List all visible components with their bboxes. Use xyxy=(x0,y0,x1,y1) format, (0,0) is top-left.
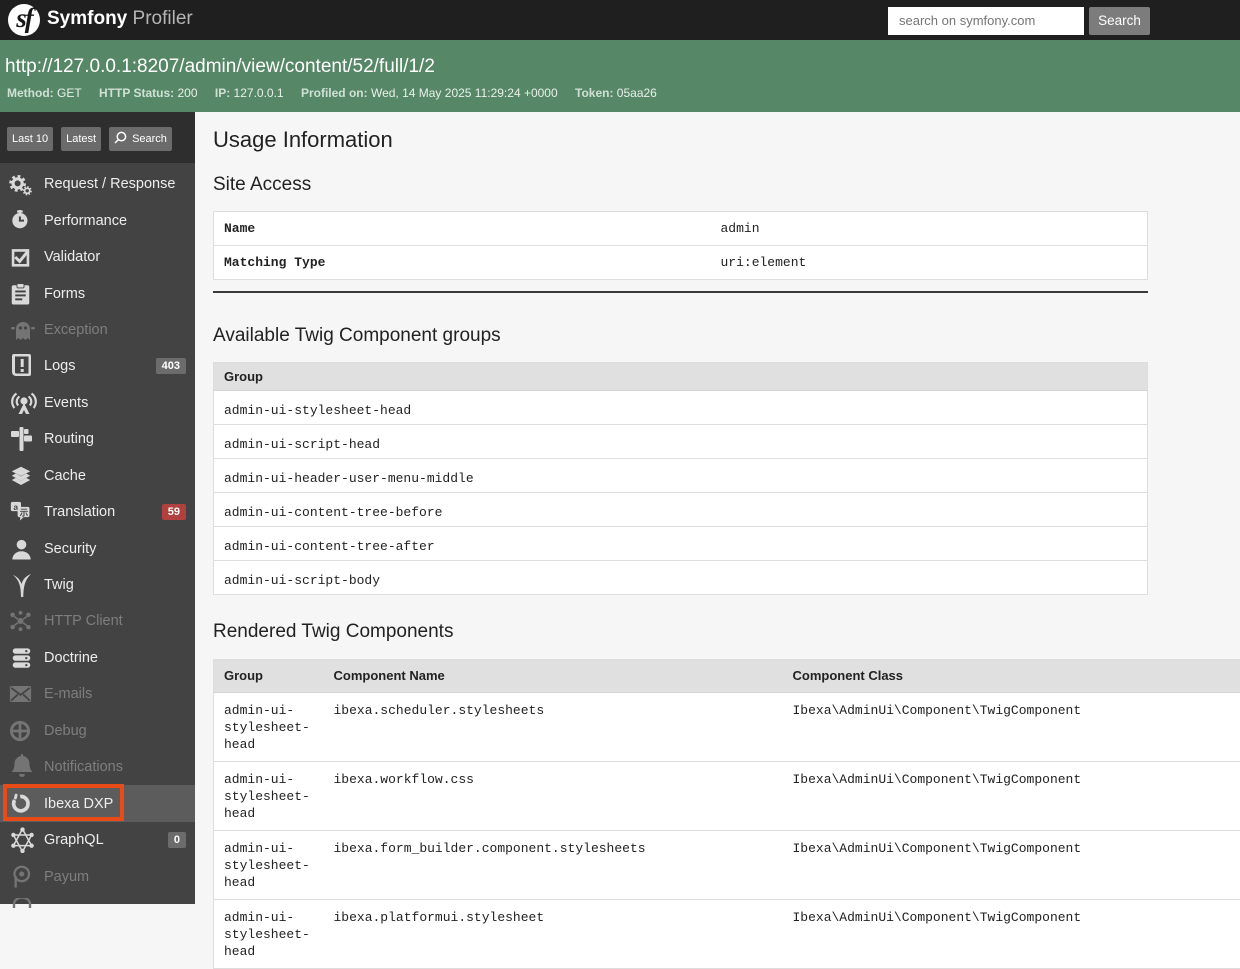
svg-text:示: 示 xyxy=(19,508,29,518)
